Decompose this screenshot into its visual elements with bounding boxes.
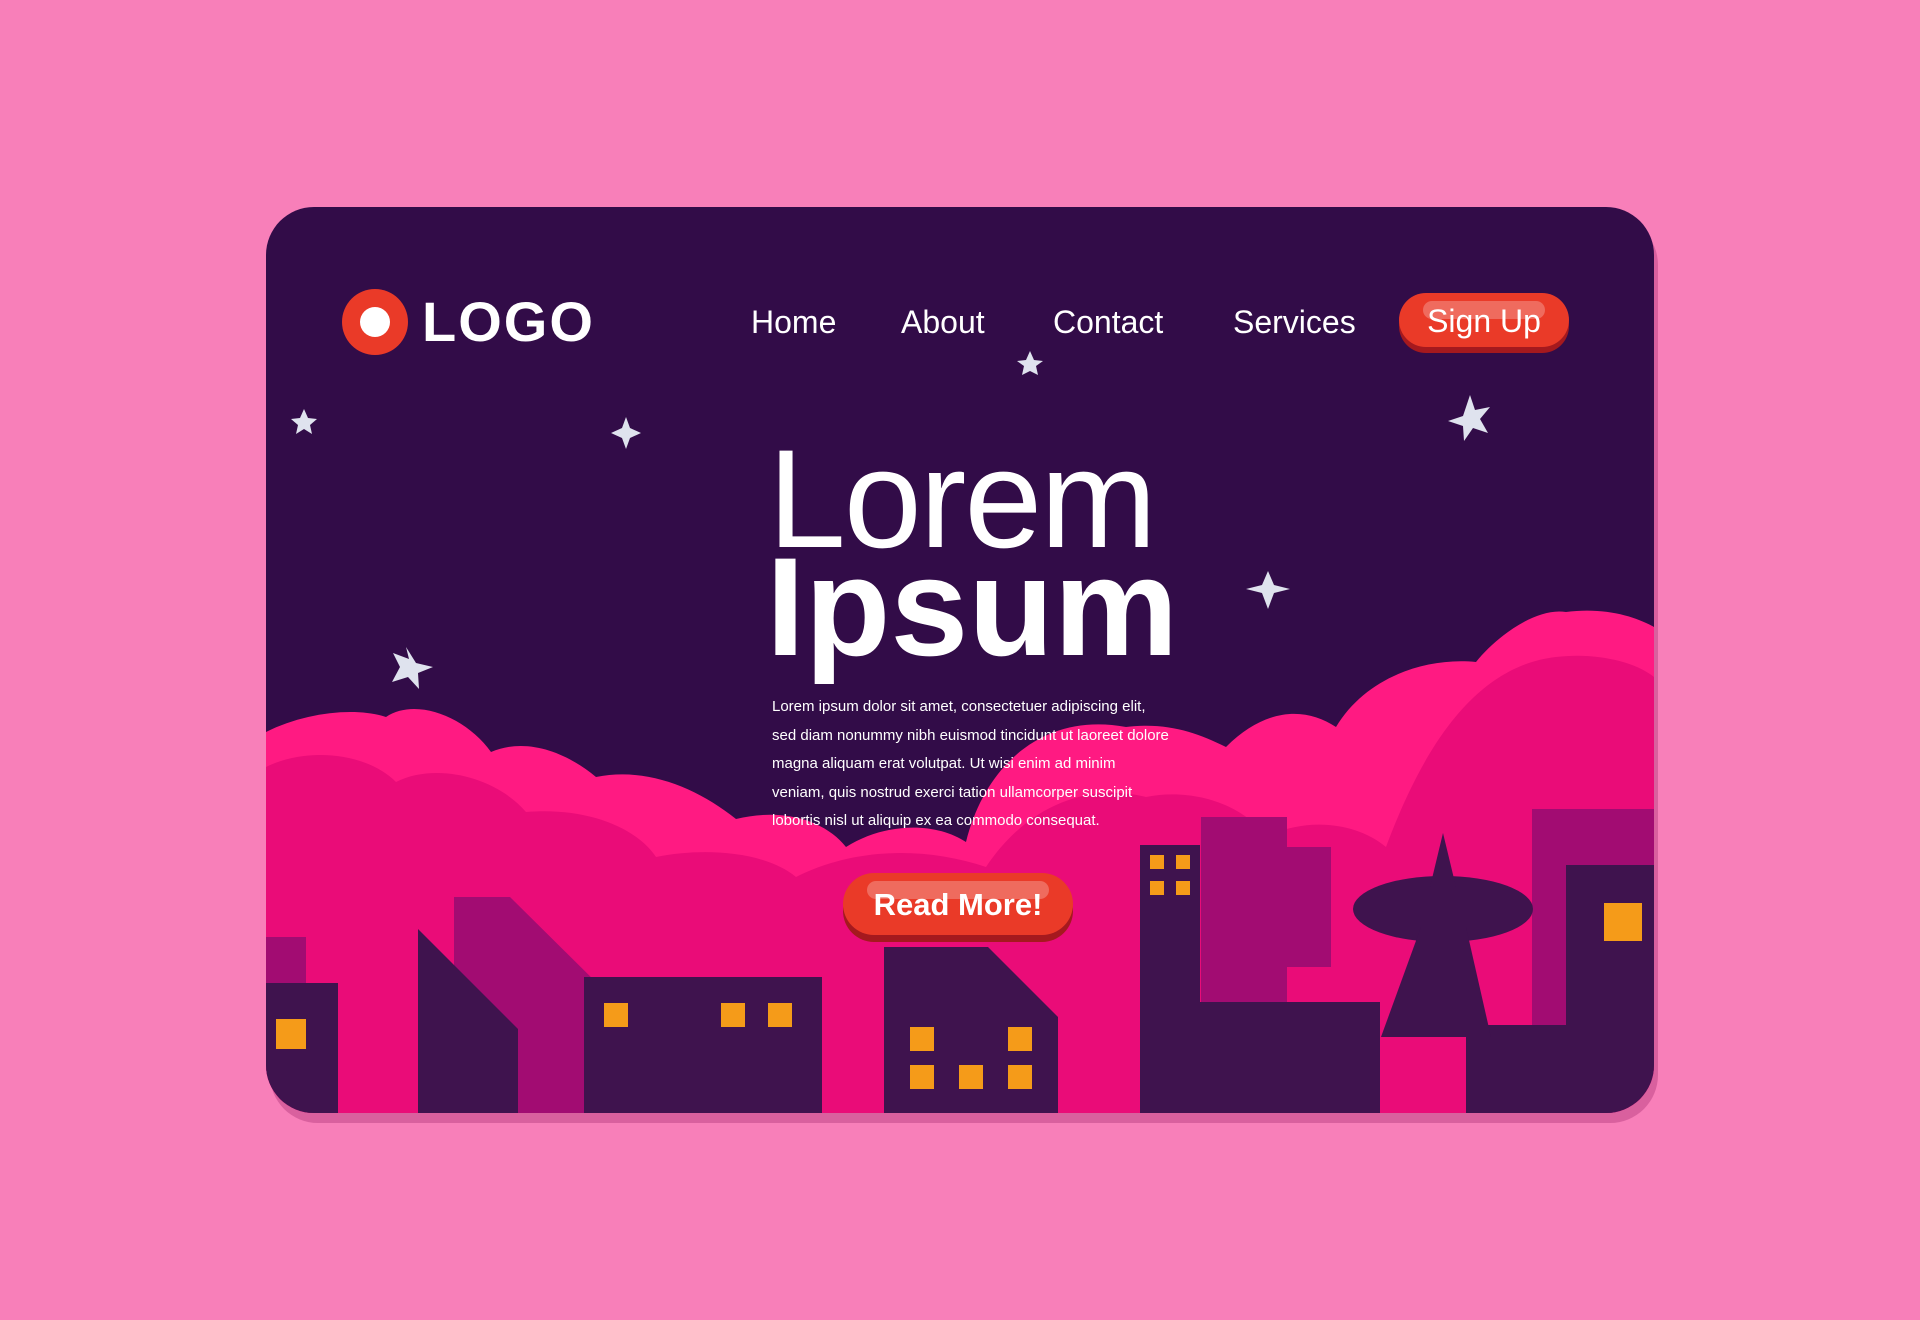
star-icon bbox=[1448, 395, 1490, 441]
star-icon bbox=[611, 417, 641, 449]
window bbox=[1176, 855, 1190, 869]
read-more-button[interactable]: Read More! bbox=[843, 873, 1073, 935]
building bbox=[1466, 1025, 1566, 1113]
star-icon bbox=[291, 409, 317, 434]
star-icon bbox=[1017, 351, 1043, 375]
window bbox=[1150, 855, 1164, 869]
star-icon bbox=[392, 647, 433, 689]
window bbox=[910, 1065, 934, 1089]
building bbox=[1566, 865, 1654, 1113]
window bbox=[1150, 881, 1164, 895]
window bbox=[1008, 1065, 1032, 1089]
star-icon bbox=[1246, 571, 1290, 609]
nav-link-home[interactable]: Home bbox=[751, 304, 836, 340]
building bbox=[584, 977, 822, 1113]
window bbox=[959, 1065, 983, 1089]
building bbox=[1200, 1002, 1380, 1113]
window bbox=[1604, 903, 1642, 941]
sign-up-button[interactable]: Sign Up bbox=[1399, 293, 1569, 347]
nav-link-services[interactable]: Services bbox=[1233, 304, 1356, 340]
nav-link-contact[interactable]: Contact bbox=[1053, 304, 1163, 340]
window bbox=[910, 1027, 934, 1051]
hero-title-bold: Ipsum bbox=[766, 528, 1179, 685]
sign-up-label: Sign Up bbox=[1427, 303, 1541, 339]
read-more-label: Read More! bbox=[873, 887, 1043, 922]
window bbox=[276, 1019, 306, 1049]
window bbox=[1176, 881, 1190, 895]
landing-page-card: LOGO Home About Contact Services Sign Up… bbox=[266, 207, 1654, 1113]
window bbox=[1008, 1027, 1032, 1051]
building bbox=[1286, 847, 1331, 967]
hero-paragraph: Lorem ipsum dolor sit amet, consectetuer… bbox=[772, 698, 1169, 829]
window bbox=[721, 1003, 745, 1027]
window bbox=[768, 1003, 792, 1027]
window bbox=[604, 1003, 628, 1027]
nav-link-about[interactable]: About bbox=[901, 304, 985, 340]
building bbox=[1140, 845, 1200, 1113]
